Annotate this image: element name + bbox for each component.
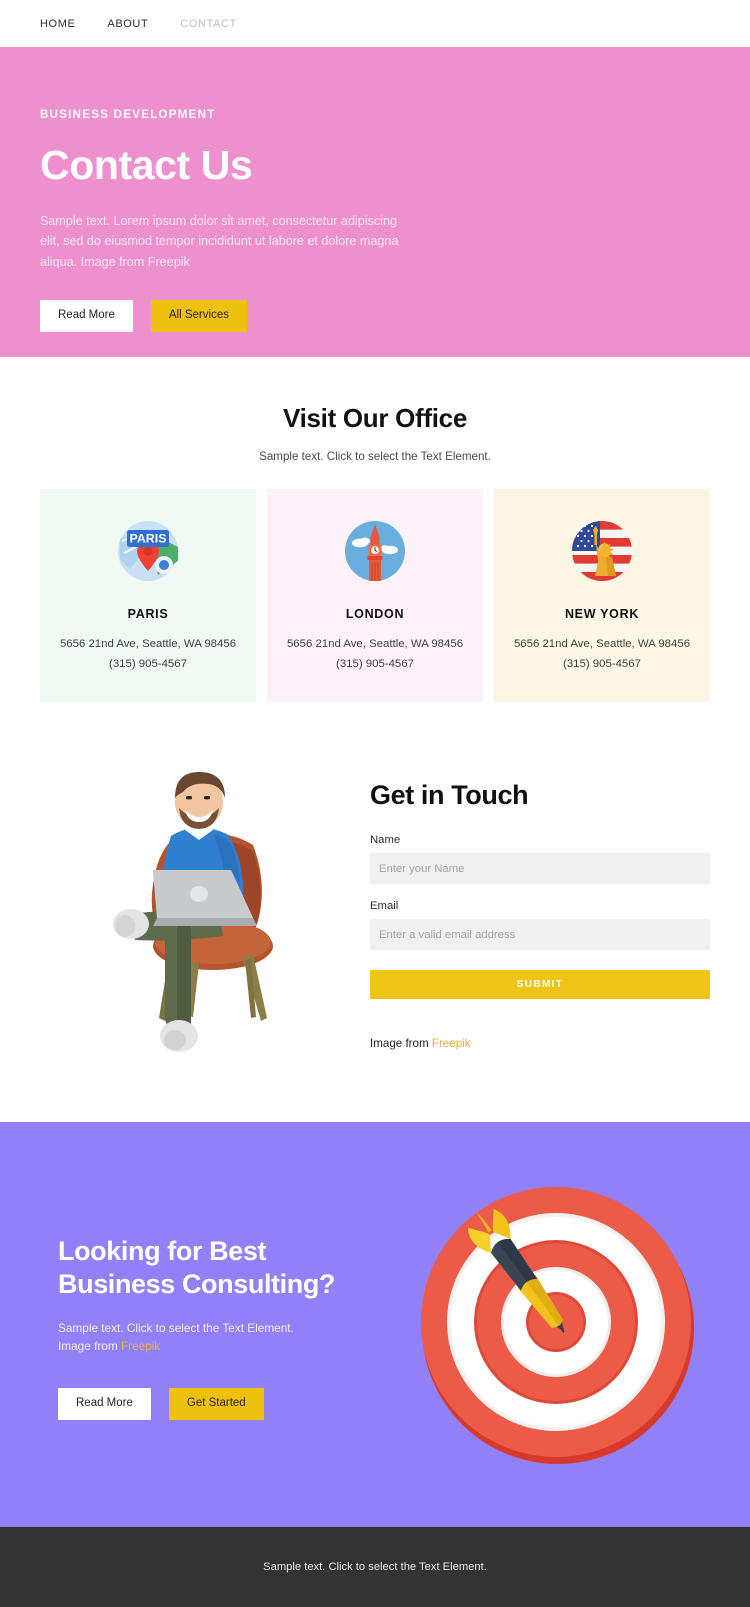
cta-subtitle: Sample text. Click to select the Text El… — [58, 1320, 410, 1356]
map-pin-label: PARIS — [130, 532, 167, 546]
cta-get-started-button[interactable]: Get Started — [168, 1388, 264, 1420]
office-city-name: LONDON — [345, 607, 405, 621]
hero-eyebrow: BUSINESS DEVELOPMENT — [40, 109, 216, 121]
office-address: 5656 21nd Ave, Seattle, WA 98456 — [513, 638, 691, 650]
name-field-label: Name — [370, 834, 401, 847]
office-card-list: PARIS PARIS 5656 21nd Ave, Seattle, WA 9… — [40, 489, 710, 703]
office-phone: (315) 905-4567 — [336, 657, 414, 670]
hero-read-more-button[interactable]: Read More — [40, 300, 133, 332]
offices-subtitle: Sample text. Click to select the Text El… — [259, 450, 491, 463]
contact-illustration-wrap — [40, 764, 350, 1064]
office-city-name: PARIS — [127, 607, 169, 621]
credit-prefix: Image from — [370, 1037, 432, 1051]
cta-read-more-button[interactable]: Read More — [58, 1388, 151, 1420]
hero-button-row: Read More All Services — [40, 300, 710, 332]
hero-subtitle: Sample text. Lorem ipsum dolor sit amet,… — [40, 214, 399, 269]
offices-section: Visit Our Office Sample text. Click to s… — [0, 357, 750, 703]
submit-button[interactable]: SUBMIT — [370, 970, 710, 1000]
office-card-london[interactable]: LONDON 5656 21nd Ave, Seattle, WA 98456 … — [267, 489, 483, 703]
cta-title-line2: Business Consulting? — [58, 1269, 336, 1300]
cta-credit-prefix: Image from — [58, 1339, 121, 1354]
cta-button-row: Read More Get Started — [58, 1388, 410, 1420]
hero-all-services-button[interactable]: All Services — [150, 300, 247, 332]
name-input[interactable] — [370, 853, 710, 885]
page-title: Contact Us — [40, 142, 253, 188]
office-phone: (315) 905-4567 — [109, 657, 187, 670]
offices-title: Visit Our Office — [283, 403, 467, 433]
email-field-label: Email — [370, 900, 399, 913]
dartboard-with-dart-illustration — [420, 1187, 694, 1465]
office-address: 5656 21nd Ave, Seattle, WA 98456 — [59, 638, 237, 650]
contact-form: Get in Touch Name Email SUBMIT Image fro… — [370, 764, 710, 1050]
man-with-laptop-on-chair-illustration — [113, 772, 273, 1053]
contact-section: Get in Touch Name Email SUBMIT Image fro… — [0, 702, 750, 1123]
freepik-link[interactable]: Freepik — [432, 1037, 471, 1050]
contact-image-credit: Image from Freepik — [370, 1037, 710, 1050]
map-pin-paris-icon: PARIS — [118, 521, 178, 581]
office-city-name: NEW YORK — [564, 607, 640, 621]
contact-title: Get in Touch — [370, 780, 529, 811]
cta-title: Looking for Best Business Consulting? — [58, 1235, 410, 1301]
cta-illustration-wrap — [410, 1180, 710, 1465]
nav-item-contact[interactable]: CONTACT — [180, 18, 237, 30]
cta-freepik-link[interactable]: Freepik — [121, 1339, 160, 1353]
nav-item-home[interactable]: HOME — [40, 18, 75, 30]
main-navigation: HOME ABOUT CONTACT — [0, 0, 750, 47]
statue-of-liberty-icon — [572, 521, 632, 581]
cta-title-line1: Looking for Best — [58, 1236, 267, 1267]
footer-text: Sample text. Click to select the Text El… — [263, 1561, 487, 1574]
cta-content: Looking for Best Business Consulting? Sa… — [58, 1225, 410, 1420]
big-ben-london-icon — [345, 521, 405, 581]
hero-section: BUSINESS DEVELOPMENT Contact Us Sample t… — [0, 47, 750, 357]
cta-section: Looking for Best Business Consulting? Sa… — [0, 1122, 750, 1528]
nav-item-about[interactable]: ABOUT — [107, 18, 148, 30]
office-phone: (315) 905-4567 — [563, 657, 641, 670]
site-footer: Sample text. Click to select the Text El… — [0, 1527, 750, 1607]
email-input[interactable] — [370, 919, 710, 951]
cta-subtitle-text: Sample text. Click to select the Text El… — [58, 1321, 294, 1336]
office-card-new-york[interactable]: NEW YORK 5656 21nd Ave, Seattle, WA 9845… — [494, 489, 710, 703]
office-card-paris[interactable]: PARIS PARIS 5656 21nd Ave, Seattle, WA 9… — [40, 489, 256, 703]
office-address: 5656 21nd Ave, Seattle, WA 98456 — [286, 638, 464, 650]
